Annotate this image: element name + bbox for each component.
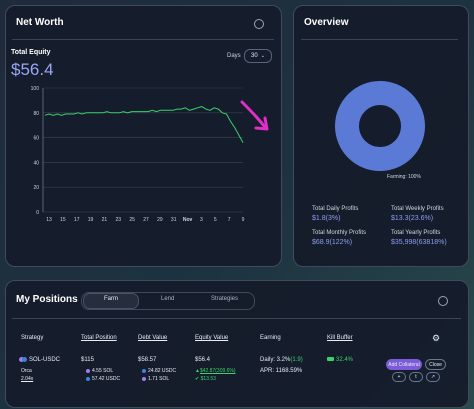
x-tick-label: 15	[60, 217, 66, 223]
chart-grid	[42, 87, 243, 213]
net-worth-title: Net Worth	[16, 17, 64, 28]
col-total-position[interactable]: Total Position	[81, 335, 117, 341]
stat-daily-label: Total Daily Profits	[312, 206, 359, 212]
total-position-sol: 4.55 SOL	[86, 368, 113, 374]
donut-slice-farming	[335, 81, 425, 171]
days-select[interactable]: 30 ⌄	[244, 49, 272, 63]
tab-farm-label: Farm	[104, 296, 118, 302]
equity-change: ▲$42.87(309.6%)	[195, 368, 236, 374]
x-tick-label: 5	[214, 217, 217, 223]
x-tick-label: Nov	[183, 217, 193, 223]
share-icon[interactable]: ↗	[426, 372, 440, 382]
earning-daily: Daily: 3.2%(1.9)	[260, 357, 303, 363]
y-tick-label: 20	[33, 185, 39, 191]
sol-token-icon	[142, 376, 146, 381]
chart-x-ticks: 13 15 17 19 21 23 25 27 29 31 Nov 3 5 7 9	[46, 217, 244, 223]
strategy-leverage: 2.04x	[21, 376, 34, 382]
strategy-protocol: Orca	[21, 368, 32, 374]
x-tick-label: 19	[88, 217, 94, 223]
equity-value: $56.4	[195, 357, 211, 363]
stat-weekly-value: $13.3(23.6%)	[391, 215, 434, 222]
col-equity-value[interactable]: Equity Value	[195, 335, 228, 341]
donut-label: Farming: 100%	[387, 174, 421, 180]
debt-sol: 1.71 SOL	[142, 376, 169, 382]
annotation-arrow-icon	[240, 100, 269, 131]
usdc-token-icon	[22, 357, 27, 362]
days-value: 30	[251, 53, 258, 59]
overview-title: Overview	[304, 17, 349, 28]
stat-daily-value: $1.8(3%)	[312, 215, 341, 222]
total-position-value: $115	[81, 357, 94, 363]
chart-y-ticks: 100 80 60 40 20 0	[31, 86, 40, 216]
total-position-usdc: 57.42 USDC	[86, 376, 120, 382]
tab-strategies[interactable]: Strategies	[211, 296, 238, 302]
x-tick-label: 27	[143, 217, 149, 223]
stat-yearly-value: $35,998(63818%)	[391, 239, 447, 246]
total-equity-value: $56.4	[11, 60, 54, 79]
x-tick-label: 3	[200, 217, 203, 223]
refresh-icon[interactable]	[254, 19, 264, 29]
divider	[12, 39, 274, 40]
debt-value: $58.57	[138, 357, 157, 363]
x-tick-label: 13	[46, 217, 52, 223]
stat-yearly-label: Total Yearly Profits	[391, 230, 441, 236]
x-tick-label: 7	[228, 217, 231, 223]
equity-change-2: ✔ $13.53	[195, 376, 216, 382]
x-tick-label: 25	[129, 217, 135, 223]
x-tick-label: 31	[171, 217, 177, 223]
strategy-pair-label: SOL-USDC	[29, 357, 61, 364]
overview-donut-chart	[335, 81, 425, 171]
col-earning: Earning	[260, 335, 281, 341]
add-collateral-button[interactable]: Add Collateral	[386, 359, 422, 370]
positions-title: My Positions	[16, 294, 78, 305]
stat-monthly-value: $68.9(122%)	[312, 239, 353, 246]
kill-buffer: 32.4%	[327, 357, 353, 363]
x-tick-label: 29	[157, 217, 163, 223]
settings-gear-icon[interactable]: ⚙	[432, 333, 440, 344]
y-tick-label: 40	[33, 160, 39, 166]
strategy-pair[interactable]: SOL-USDC	[19, 357, 60, 363]
usdc-token-icon	[142, 368, 146, 373]
close-button[interactable]: Close	[425, 359, 446, 370]
twitter-icon[interactable]: t	[409, 372, 423, 382]
col-kill-buffer[interactable]: Kill Buffer	[327, 335, 353, 341]
usdc-token-icon	[86, 376, 90, 381]
col-debt-value[interactable]: Debt Value	[138, 335, 167, 341]
x-tick-label: 9	[242, 217, 245, 223]
y-tick-label: 60	[33, 136, 39, 142]
earning-apr: APR: 1168.59%	[260, 368, 303, 374]
stat-monthly-label: Total Monthly Profits	[312, 230, 367, 236]
y-tick-label: 100	[31, 86, 40, 92]
total-equity-label: Total Equity	[11, 49, 51, 56]
battery-icon	[327, 357, 334, 362]
refresh-icon[interactable]	[438, 296, 448, 306]
x-tick-label: 23	[116, 217, 122, 223]
x-tick-label: 17	[74, 217, 80, 223]
stat-weekly-label: Total Weekly Profits	[391, 206, 444, 212]
y-tick-label: 80	[33, 111, 39, 117]
days-label: Days	[227, 53, 241, 59]
divider	[12, 318, 461, 319]
y-tick-label: 0	[36, 210, 39, 216]
divider	[301, 39, 458, 40]
chevron-down-icon: ⌄	[260, 53, 265, 59]
x-tick-label: 21	[102, 217, 108, 223]
debt-usdc: 24.82 USDC	[142, 368, 176, 374]
col-strategy: Strategy	[21, 335, 44, 341]
sol-token-icon	[86, 368, 90, 373]
net-worth-chart: 100 80 60 40 20 0 13 15 17 19 21 23 25 27 29 31 Nov 3 5 7 9	[31, 86, 245, 223]
add-icon[interactable]: +	[392, 372, 406, 382]
equity-line	[44, 106, 244, 143]
tab-lend[interactable]: Lend	[161, 296, 174, 302]
